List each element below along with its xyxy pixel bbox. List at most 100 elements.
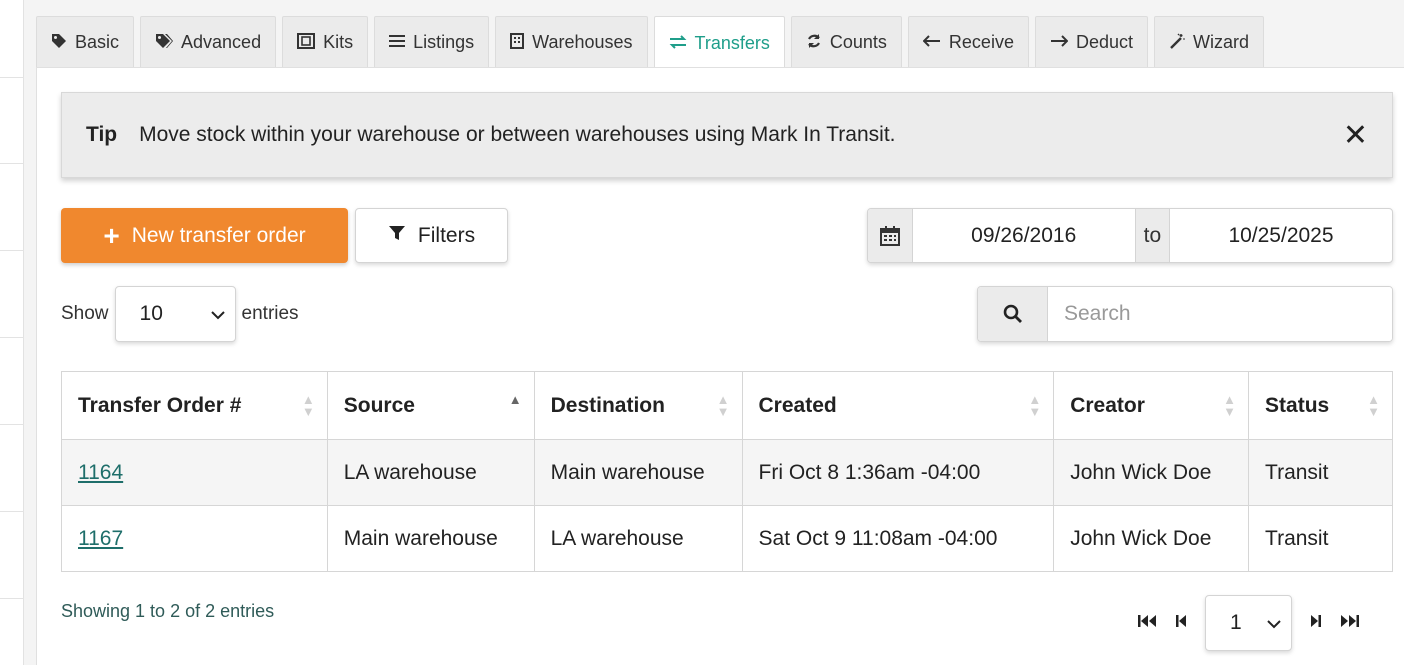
table-info: Showing 1 to 2 of 2 entries (61, 601, 275, 621)
tip-label: Tip (86, 123, 118, 146)
tab-basic[interactable]: Basic (36, 16, 135, 68)
show-label: Show (61, 303, 109, 324)
column-header-status[interactable]: Status ▲ ▼ (1248, 371, 1393, 440)
exchange-icon (669, 34, 687, 52)
transfers-panel: Tip Move stock within your warehouse or … (36, 67, 1404, 665)
sidebar-divider (0, 598, 24, 599)
source-cell: LA warehouse (326, 439, 535, 506)
search-box (977, 286, 1393, 342)
tab-listings[interactable]: Listings (374, 16, 490, 68)
arrow-left-icon (922, 35, 941, 50)
destination-cell: LA warehouse (533, 505, 743, 572)
transfer-orders-table: Transfer Order # ▲ ▼ Source ▲ Destination… (61, 371, 1393, 572)
tab-label: Advanced (181, 32, 262, 52)
last-page-icon[interactable] (1340, 613, 1360, 634)
tab-label: Listings (413, 32, 475, 52)
sort-icon: ▲ ▼ (1223, 392, 1237, 419)
date-range-picker: 09/26/2016 to 10/25/2025 (867, 208, 1393, 263)
order-number-cell: 1164 (61, 439, 328, 506)
sort-icon: ▲ ▼ (1028, 392, 1042, 419)
creator-cell: John Wick Doe (1053, 439, 1250, 506)
tag-icon (51, 33, 67, 52)
order-link[interactable]: 1164 (78, 461, 123, 484)
plus-icon: + (103, 219, 120, 251)
tab-label: Basic (75, 32, 120, 52)
sidebar-divider (0, 337, 24, 338)
sort-icon: ▲ ▼ (301, 392, 315, 419)
new-transfer-order-label: New transfer order (131, 223, 306, 247)
page-select[interactable]: 1 (1205, 595, 1292, 651)
tab-label: Receive (948, 32, 1014, 52)
column-header-label: Source (343, 393, 415, 417)
column-header-created[interactable]: Created ▲ ▼ (741, 371, 1055, 440)
column-header-transfer-order[interactable]: Transfer Order # ▲ ▼ (61, 371, 328, 440)
entries-length-control: Show 10 entries (61, 286, 299, 342)
building-icon (510, 33, 525, 52)
search-input[interactable] (1048, 287, 1392, 341)
tab-bar: Basic Advanced Kits Listings Warehouses … (36, 16, 1265, 69)
close-icon[interactable]: ✕ (1343, 121, 1368, 151)
tab-deduct[interactable]: Deduct (1034, 16, 1148, 68)
first-page-icon[interactable] (1137, 613, 1157, 634)
tab-advanced[interactable]: Advanced (140, 16, 277, 68)
magic-wand-icon (1169, 33, 1185, 52)
previous-page-icon[interactable] (1175, 613, 1187, 634)
column-header-destination[interactable]: Destination ▲ ▼ (533, 371, 743, 440)
tab-label: Wizard (1193, 32, 1250, 52)
column-header-label: Created (758, 393, 837, 417)
tab-warehouses[interactable]: Warehouses (495, 16, 648, 68)
chevron-down-icon (210, 302, 225, 326)
filters-label: Filters (417, 223, 476, 247)
tab-label: Transfers (694, 32, 770, 53)
refresh-icon (806, 33, 822, 52)
date-from-input[interactable]: 09/26/2016 (913, 209, 1135, 262)
list-icon (389, 34, 406, 51)
tab-transfers[interactable]: Transfers (653, 16, 785, 69)
tab-wizard[interactable]: Wizard (1154, 16, 1265, 68)
sidebar-divider (0, 511, 24, 512)
order-link[interactable]: 1167 (78, 527, 123, 550)
entries-value: 10 (139, 302, 163, 325)
calendar-icon[interactable] (868, 209, 913, 262)
creator-cell: John Wick Doe (1053, 505, 1250, 572)
table-row: 1167 Main warehouse LA warehouse Sat Oct… (61, 505, 1393, 572)
date-to-input[interactable]: 10/25/2025 (1170, 209, 1392, 262)
tab-kits[interactable]: Kits (282, 16, 369, 68)
tip-alert: Tip Move stock within your warehouse or … (61, 92, 1393, 178)
sort-icon: ▲ ▼ (716, 392, 730, 419)
entries-suffix: entries (241, 303, 299, 324)
next-page-icon[interactable] (1310, 613, 1322, 634)
sort-icon: ▲ ▼ (1367, 392, 1380, 419)
search-icon[interactable] (978, 287, 1048, 341)
sidebar-divider (0, 424, 24, 425)
tab-counts[interactable]: Counts (790, 16, 902, 68)
filter-icon (388, 224, 406, 248)
arrow-right-icon (1050, 35, 1069, 50)
column-header-label: Transfer Order # (78, 393, 242, 417)
sort-ascending-icon: ▲ (508, 392, 522, 407)
column-header-source[interactable]: Source ▲ (326, 371, 535, 440)
date-range-separator: to (1134, 209, 1170, 262)
pagination: 1 (1137, 595, 1360, 651)
new-transfer-order-button[interactable]: + New transfer order (61, 208, 348, 263)
page-value: 1 (1230, 611, 1242, 634)
sidebar-divider (0, 250, 24, 251)
tab-receive[interactable]: Receive (907, 16, 1029, 68)
tab-label: Deduct (1075, 32, 1133, 52)
tab-label: Warehouses (532, 32, 633, 52)
filters-button[interactable]: Filters (355, 208, 508, 263)
created-cell: Sat Oct 9 11:08am -04:00 (741, 505, 1055, 572)
source-cell: Main warehouse (326, 505, 535, 572)
column-header-label: Creator (1070, 393, 1145, 417)
left-sidebar (0, 0, 24, 665)
kit-icon (297, 33, 316, 52)
sidebar-divider (0, 77, 24, 78)
column-header-creator[interactable]: Creator ▲ ▼ (1053, 371, 1250, 440)
tab-label: Counts (829, 32, 887, 52)
status-cell: Transit (1248, 505, 1393, 572)
status-cell: Transit (1248, 439, 1393, 506)
table-header-row: Transfer Order # ▲ ▼ Source ▲ Destination… (61, 371, 1393, 440)
chevron-down-icon (1267, 611, 1281, 635)
sidebar-divider (0, 163, 24, 164)
entries-select[interactable]: 10 (114, 286, 236, 342)
